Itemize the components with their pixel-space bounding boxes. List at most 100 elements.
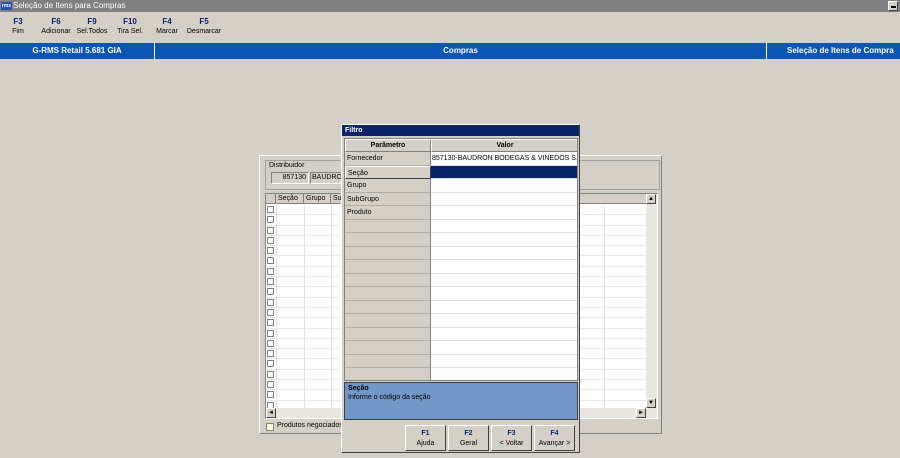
produtos-negociados-label: Produtos negociados (277, 422, 343, 429)
row-checkbox[interactable] (267, 257, 274, 265)
toolbar-key: F10 (123, 17, 137, 26)
produtos-negociados-checkbox[interactable] (266, 423, 274, 431)
param-cell (345, 354, 431, 368)
filter-row-grupo[interactable]: Grupo (345, 179, 577, 193)
row-checkbox[interactable] (267, 216, 274, 224)
grid-col-secao[interactable]: Seção (276, 194, 304, 204)
value-cell[interactable]: 857130-BAUDRON BODEGAS & VINEDOS S.A (431, 152, 577, 166)
col-header-parametro: Parâmetro (345, 139, 431, 152)
empty-row (345, 273, 577, 287)
row-checkbox[interactable] (267, 308, 274, 316)
row-checkbox[interactable] (267, 298, 274, 306)
value-cell[interactable] (431, 192, 577, 206)
vertical-scrollbar[interactable]: ▲ ▼ (646, 194, 657, 408)
row-checkbox[interactable] (267, 350, 274, 358)
minimize-button[interactable] (888, 1, 898, 11)
row-checkbox[interactable] (267, 267, 274, 275)
row-checkbox[interactable] (267, 206, 274, 213)
scroll-right-icon[interactable]: ► (636, 408, 646, 418)
param-cell: Grupo (345, 179, 431, 193)
value-cell (431, 233, 577, 247)
value-cell (431, 341, 577, 355)
param-cell (345, 341, 431, 355)
filter-row-subgrupo[interactable]: SubGrupo (345, 192, 577, 206)
filter-title: Filtro (342, 125, 579, 136)
row-checkbox[interactable] (267, 288, 274, 296)
filter-row-produto[interactable]: Produto (345, 206, 577, 220)
param-cell (345, 233, 431, 247)
value-cell[interactable] (431, 179, 577, 193)
value-cell (431, 327, 577, 341)
toolbar-key: F6 (51, 17, 61, 26)
row-checkbox[interactable] (267, 381, 274, 389)
window-title: Seleção de Itens para Compras (13, 1, 126, 10)
row-checkbox[interactable] (267, 370, 274, 378)
grid-col-check (266, 194, 276, 204)
row-checkbox[interactable] (267, 226, 274, 234)
value-cell (431, 368, 577, 380)
toolbar-key: F5 (199, 17, 209, 26)
param-cell (345, 219, 431, 233)
empty-row (345, 287, 577, 301)
row-checkbox[interactable] (267, 391, 274, 399)
button-key: F4 (550, 430, 559, 437)
empty-row (345, 260, 577, 274)
grid-col-grupo[interactable]: Grupo (304, 194, 331, 204)
button-label: Avançar > (538, 440, 571, 447)
filter-row-secao[interactable]: Seção (345, 165, 577, 179)
toolbar-marcar-button[interactable]: F4 Marcar (150, 16, 184, 37)
button-key: F2 (464, 430, 473, 437)
param-cell: Fornecedor (345, 152, 431, 166)
distribuidor-code-field[interactable]: 857130 (271, 172, 309, 184)
value-cell (431, 300, 577, 314)
row-checkbox[interactable] (267, 236, 274, 244)
param-cell (345, 273, 431, 287)
empty-row (345, 368, 577, 380)
row-checkbox[interactable] (267, 319, 274, 327)
geral-button[interactable]: F2 Geral (448, 425, 489, 451)
button-label: Geral (459, 440, 478, 447)
voltar-button[interactable]: F3 < Voltar (491, 425, 532, 451)
param-cell (345, 300, 431, 314)
module-header-bar: G-RMS Retail 5.681 GIA Compras Seleção d… (0, 43, 900, 59)
empty-row (345, 327, 577, 341)
module-name: Compras (155, 43, 767, 59)
toolbar-fim-button[interactable]: F3 Fim (4, 16, 32, 37)
value-cell[interactable] (431, 206, 577, 220)
empty-row (345, 300, 577, 314)
param-cell: SubGrupo (345, 192, 431, 206)
row-checkbox[interactable] (267, 339, 274, 347)
toolbar-label: Fim (12, 28, 24, 35)
param-cell: Seção (345, 165, 431, 179)
filter-grid[interactable]: Parâmetro Valor Fornecedor 857130-BAUDRO… (344, 138, 578, 381)
toolbar-key: F4 (162, 17, 172, 26)
scroll-left-icon[interactable]: ◄ (266, 408, 276, 418)
value-cell (431, 273, 577, 287)
row-checkbox[interactable] (267, 360, 274, 368)
param-cell (345, 368, 431, 380)
empty-row (345, 233, 577, 247)
help-title: Seção (348, 385, 369, 392)
toolbar-sel-todos-button[interactable]: F9 Sel.Todos (74, 16, 110, 37)
scroll-up-icon[interactable]: ▲ (646, 194, 656, 204)
toolbar-tira-sel-button[interactable]: F10 Tira Sel. (112, 16, 148, 37)
row-checkbox[interactable] (267, 329, 274, 337)
empty-row (345, 246, 577, 260)
toolbar-desmarcar-button[interactable]: F5 Desmarcar (184, 16, 224, 37)
ajuda-button[interactable]: F1 Ajuda (405, 425, 446, 451)
app-icon: rms (1, 2, 12, 10)
filter-dialog: Filtro Parâmetro Valor Fornecedor 857130… (341, 124, 580, 453)
help-panel: Seção Informe o código da seção (344, 382, 578, 420)
avancar-button[interactable]: F4 Avançar > (534, 425, 575, 451)
value-cell (431, 260, 577, 274)
value-cell[interactable] (431, 165, 577, 179)
row-checkbox[interactable] (267, 278, 274, 286)
row-checkbox[interactable] (267, 247, 274, 255)
scroll-down-icon[interactable]: ▼ (646, 398, 656, 408)
toolbar-label: Desmarcar (186, 28, 222, 35)
toolbar-label: Adicionar (41, 28, 71, 35)
param-cell (345, 327, 431, 341)
filter-row-fornecedor[interactable]: Fornecedor 857130-BAUDRON BODEGAS & VINE… (345, 152, 577, 166)
empty-row (345, 341, 577, 355)
toolbar-adicionar-button[interactable]: F6 Adicionar (38, 16, 74, 37)
